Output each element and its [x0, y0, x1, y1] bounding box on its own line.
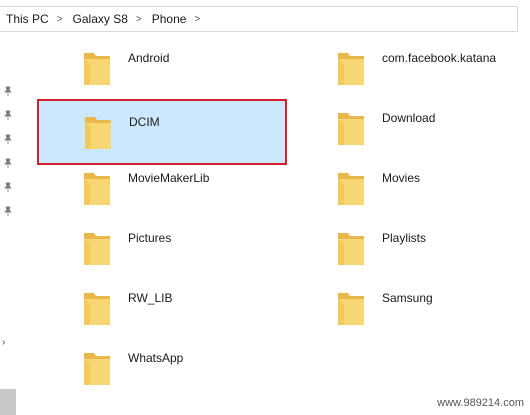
pin-icon[interactable] [3, 86, 13, 96]
pin-icon[interactable] [3, 158, 13, 168]
folder-label: Download [382, 111, 436, 125]
breadcrumb-phone[interactable]: Phone [146, 12, 191, 26]
folder-android[interactable]: Android [37, 40, 257, 96]
folder-label: WhatsApp [128, 351, 184, 365]
folder-rw-lib[interactable]: RW_LIB [37, 280, 257, 336]
folder-icon [338, 233, 364, 265]
breadcrumb-galaxy-s8[interactable]: Galaxy S8 [67, 12, 132, 26]
folder-label: Android [128, 51, 170, 65]
chevron-right-icon[interactable]: > [53, 14, 67, 25]
folder-label: DCIM [129, 115, 160, 129]
folder-label: Samsung [382, 291, 433, 305]
folder-icon [338, 173, 364, 205]
folder-label: Movies [382, 171, 421, 185]
pin-icon[interactable] [3, 182, 13, 192]
folder-icon [338, 53, 364, 85]
pin-icon[interactable] [3, 110, 13, 120]
folder-com-facebook-katana[interactable]: com.facebook.katana [291, 40, 511, 96]
folder-icon [84, 173, 110, 205]
navigation-pane[interactable]: › [0, 32, 16, 415]
chevron-right-icon[interactable]: > [190, 14, 204, 25]
watermark: www.989214.com [437, 397, 524, 409]
nav-selected-item[interactable] [0, 389, 16, 415]
breadcrumb-this-pc[interactable]: This PC [0, 12, 53, 26]
folder-label: RW_LIB [128, 291, 173, 305]
folder-label: Playlists [382, 231, 427, 245]
chevron-right-icon[interactable]: › [2, 337, 5, 348]
folder-icon [84, 53, 110, 85]
breadcrumb: This PC > Galaxy S8 > Phone > [0, 6, 518, 32]
folder-moviemakerlib[interactable]: MovieMakerLib [37, 160, 257, 216]
pin-icon[interactable] [3, 206, 13, 216]
folder-movies[interactable]: Movies [291, 160, 511, 216]
folder-label: com.facebook.katana [382, 51, 497, 65]
folder-icon [338, 293, 364, 325]
folder-whatsapp[interactable]: WhatsApp [37, 340, 257, 396]
folder-icon [85, 117, 111, 149]
folder-icon [84, 233, 110, 265]
folder-label: Pictures [128, 231, 172, 245]
folder-download[interactable]: Download [291, 100, 511, 156]
chevron-right-icon[interactable]: > [132, 14, 146, 25]
pin-icon[interactable] [3, 134, 13, 144]
folder-dcim[interactable]: DCIM [37, 100, 287, 164]
folder-icon [338, 113, 364, 145]
folder-icon [84, 353, 110, 385]
folder-label: MovieMakerLib [128, 171, 210, 185]
folder-playlists[interactable]: Playlists [291, 220, 511, 276]
folder-icon [84, 293, 110, 325]
folder-pictures[interactable]: Pictures [37, 220, 257, 276]
folder-samsung[interactable]: Samsung [291, 280, 511, 336]
